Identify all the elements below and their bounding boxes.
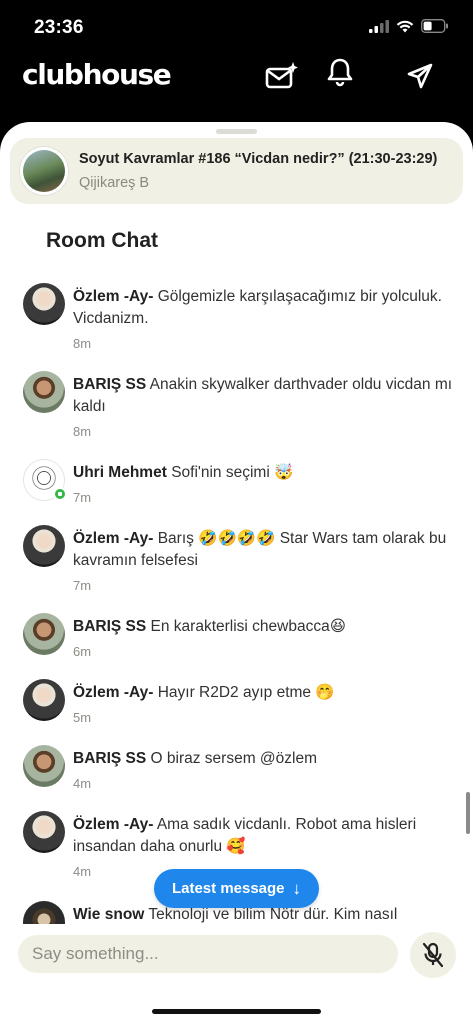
message-author[interactable]: Özlem -Ay- bbox=[73, 288, 153, 305]
signal-icon bbox=[369, 19, 389, 33]
room-title: Soyut Kavramlar #186 “Vicdan nedir?” (21… bbox=[79, 151, 438, 167]
say-something-input[interactable] bbox=[18, 935, 398, 973]
home-indicator[interactable] bbox=[152, 1009, 321, 1014]
message-time: 6m bbox=[73, 644, 92, 659]
avatar[interactable] bbox=[23, 901, 65, 924]
mute-button[interactable] bbox=[410, 932, 456, 978]
message-body: BARIŞ SS En karakterlisi chewbacca😆 bbox=[73, 616, 453, 638]
message-body: BARIŞ SS Anakin skywalker darthvader old… bbox=[73, 374, 453, 418]
message-author[interactable]: Özlem -Ay- bbox=[73, 530, 153, 547]
app-header: clubhouse bbox=[0, 56, 473, 120]
invite-envelope-icon[interactable] bbox=[264, 58, 300, 94]
message-time: 4m bbox=[73, 776, 92, 791]
room-chat-heading: Room Chat bbox=[46, 229, 158, 252]
message-author[interactable]: Özlem -Ay- bbox=[73, 816, 153, 833]
message-author[interactable]: BARIŞ SS bbox=[73, 750, 146, 767]
status-bar: 23:36 bbox=[0, 0, 473, 56]
message-author[interactable]: BARIŞ SS bbox=[73, 376, 146, 393]
message-author[interactable]: BARIŞ SS bbox=[73, 618, 146, 635]
message-body: Özlem -Ay- Barış 🤣🤣🤣🤣 Star Wars tam olar… bbox=[73, 528, 453, 572]
room-banner[interactable]: Soyut Kavramlar #186 “Vicdan nedir?” (21… bbox=[10, 138, 463, 204]
message-time: 4m bbox=[73, 864, 92, 879]
arrow-down-icon: ↓ bbox=[292, 878, 302, 898]
clubhouse-logo: clubhouse bbox=[22, 58, 172, 91]
message-text: O biraz sersem @özlem bbox=[150, 750, 317, 767]
status-time: 23:36 bbox=[34, 17, 84, 38]
message-body: Uhri Mehmet Sofi'nin seçimi 🤯 bbox=[73, 462, 453, 484]
message-text: Sofi'nin seçimi 🤯 bbox=[171, 464, 294, 481]
avatar[interactable] bbox=[23, 679, 65, 721]
message-body: Özlem -Ay- Ama sadık vicdanlı. Robot ama… bbox=[73, 814, 453, 858]
avatar[interactable] bbox=[23, 371, 65, 413]
message-text: Hayır R2D2 ayıp etme 🤭 bbox=[157, 684, 335, 701]
room-avatar bbox=[20, 147, 68, 195]
battery-icon bbox=[421, 19, 448, 33]
message-body: Özlem -Ay- Hayır R2D2 ayıp etme 🤭 bbox=[73, 682, 453, 704]
bell-icon[interactable] bbox=[322, 54, 358, 90]
message-body: BARIŞ SS O biraz sersem @özlem bbox=[73, 748, 453, 770]
message-time: 7m bbox=[73, 578, 92, 593]
avatar[interactable] bbox=[23, 745, 65, 787]
mic-muted-icon bbox=[422, 942, 444, 968]
message-time: 7m bbox=[73, 490, 92, 505]
send-icon[interactable] bbox=[402, 58, 438, 94]
sheet-drag-handle[interactable] bbox=[216, 129, 257, 134]
chat-message-list[interactable]: Özlem -Ay- Gölgemizle karşılaşacağımız b… bbox=[0, 282, 473, 924]
message-time: 8m bbox=[73, 424, 92, 439]
wifi-icon bbox=[396, 20, 414, 32]
room-avatar-image bbox=[23, 150, 65, 192]
message-time: 5m bbox=[73, 710, 92, 725]
avatar[interactable] bbox=[23, 525, 65, 567]
latest-message-label: Latest message bbox=[171, 880, 285, 897]
message-author[interactable]: Uhri Mehmet bbox=[73, 464, 167, 481]
message-text: En karakterlisi chewbacca😆 bbox=[150, 618, 346, 635]
message-time: 8m bbox=[73, 336, 92, 351]
room-host: Qijikareş B bbox=[79, 175, 150, 191]
message-author[interactable]: Özlem -Ay- bbox=[73, 684, 153, 701]
message-author[interactable]: Wie snow bbox=[73, 906, 144, 923]
latest-message-button[interactable]: Latest message ↓ bbox=[154, 869, 319, 908]
message-body: Özlem -Ay- Gölgemizle karşılaşacağımız b… bbox=[73, 286, 453, 330]
avatar[interactable] bbox=[23, 811, 65, 853]
status-icons bbox=[369, 19, 449, 33]
avatar[interactable] bbox=[23, 613, 65, 655]
online-indicator bbox=[53, 487, 67, 501]
avatar[interactable] bbox=[23, 283, 65, 325]
message-text: Teknoloji ve bilim Nötr dür. Kim nasıl bbox=[148, 906, 398, 923]
chat-scrollbar[interactable] bbox=[466, 792, 470, 834]
